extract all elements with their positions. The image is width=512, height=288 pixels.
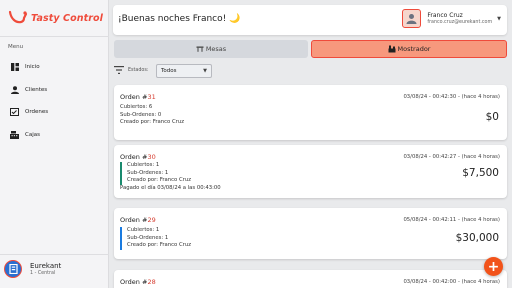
status-filter-value: Todos xyxy=(161,68,177,74)
greeting: ¡Buenas noches Franco! 🌙 xyxy=(118,14,241,24)
order-date: 03/08/24 - 00:42:00 - (hace 4 horas) xyxy=(403,279,500,285)
order-covers: Cubiertos: 1 xyxy=(127,227,160,233)
sidebar-item-label: Ordenes xyxy=(25,109,49,116)
header-user-name: Franco Cruz xyxy=(427,12,463,19)
brand-name: Tasty Control xyxy=(31,12,104,24)
order-card[interactable]: Orden #30 03/08/24 - 00:42:27 - (hace 4 … xyxy=(114,145,507,198)
logo-icon xyxy=(8,10,28,24)
chevron-down-icon: ▼ xyxy=(497,15,501,22)
order-title: Orden #29 xyxy=(120,216,156,224)
order-total: $7,500 xyxy=(462,167,499,179)
filter-icon[interactable] xyxy=(114,66,124,74)
order-title-label: Orden # xyxy=(120,278,148,286)
order-title-label: Orden # xyxy=(120,216,148,224)
order-creator: Creado por: Franco Cruz xyxy=(120,119,184,125)
person-icon xyxy=(406,14,417,24)
order-number: 29 xyxy=(147,216,156,224)
top-header: ¡Buenas noches Franco! 🌙 Franco Cruz fra… xyxy=(113,5,507,35)
orders-icon xyxy=(10,108,19,117)
order-total: $30,000 xyxy=(455,232,499,244)
table-icon xyxy=(196,46,204,52)
order-paid-status: Pagado el día 03/08/24 a las 00:43:00 xyxy=(120,185,221,191)
order-suborders: Sub-Ordenes: 0 xyxy=(120,111,162,118)
order-number: 28 xyxy=(147,278,156,286)
sidebar-item-ordenes[interactable]: Ordenes xyxy=(0,101,109,124)
sidebar-item-clientes[interactable]: Clientes xyxy=(0,79,109,102)
dashboard-icon xyxy=(10,63,19,72)
order-covers: Cubiertos: 1 xyxy=(127,162,160,168)
tab-label: Mostrador xyxy=(397,45,431,53)
sidebar-user[interactable]: Eurekant 1 - Central xyxy=(4,260,61,278)
order-details: Cubiertos: 1 Sub-Ordenes: 1 Creado por: … xyxy=(120,227,191,250)
divider xyxy=(0,36,109,37)
sidebar-nav: Inicio Clientes Ordenes Cajas xyxy=(0,56,109,146)
brand-logo[interactable]: Tasty Control xyxy=(8,9,103,27)
order-card[interactable]: Orden #29 05/08/24 - 00:42:11 - (hace 4 … xyxy=(114,208,507,259)
divider xyxy=(0,254,109,255)
order-details: Cubiertos: 6 Sub-Ordenes: 0 Creado por: … xyxy=(120,104,184,127)
cash-register-icon xyxy=(10,130,19,139)
menu-label: Menu xyxy=(8,44,24,50)
sidebar-user-branch: 1 - Central xyxy=(30,271,56,276)
add-order-button[interactable]: + xyxy=(484,257,503,276)
tab-mostrador[interactable]: Mostrador xyxy=(311,40,507,58)
order-number: 31 xyxy=(147,93,156,101)
order-card[interactable]: Orden #31 03/08/24 - 00:42:30 - (hace 4 … xyxy=(114,85,507,140)
sidebar: Tasty Control Menu Inicio Clientes Orden… xyxy=(0,0,109,288)
order-date: 03/08/24 - 00:42:30 - (hace 4 horas) xyxy=(403,94,500,100)
person-icon xyxy=(10,85,19,94)
tab-label: Mesas xyxy=(205,45,227,53)
order-covers: Cubiertos: 6 xyxy=(120,104,153,110)
order-title-label: Orden # xyxy=(120,153,148,161)
order-date: 03/08/24 - 00:42:27 - (hace 4 horas) xyxy=(403,154,500,160)
tab-mesas[interactable]: Mesas xyxy=(114,40,308,58)
avatar xyxy=(402,9,422,28)
company-logo-icon xyxy=(8,264,18,274)
order-creator: Creado por: Franco Cruz xyxy=(127,242,191,248)
order-title: Orden #30 xyxy=(120,153,156,161)
order-suborders: Sub-Ordenes: 1 xyxy=(127,169,169,176)
sidebar-user-name: Eurekant xyxy=(30,262,62,270)
order-suborders: Sub-Ordenes: 1 xyxy=(127,234,169,241)
order-details: Cubiertos: 1 Sub-Ordenes: 1 Creado por: … xyxy=(120,162,191,185)
order-creator: Creado por: Franco Cruz xyxy=(127,177,191,183)
avatar xyxy=(4,260,22,278)
order-total: $0 xyxy=(485,111,499,123)
sidebar-item-label: Inicio xyxy=(25,64,40,71)
order-number: 30 xyxy=(147,153,156,161)
sidebar-item-label: Cajas xyxy=(25,131,40,138)
filter-label: Estados: xyxy=(128,68,149,73)
order-date: 05/08/24 - 00:42:11 - (hace 4 horas) xyxy=(403,217,500,223)
order-card[interactable]: Orden #28 03/08/24 - 00:42:00 - (hace 4 … xyxy=(114,270,507,288)
sidebar-item-cajas[interactable]: Cajas xyxy=(0,124,109,147)
user-menu[interactable]: Franco Cruz franco.cruz@eurekant.com ▼ xyxy=(402,9,501,28)
order-title-label: Orden # xyxy=(120,93,148,101)
sidebar-item-inicio[interactable]: Inicio xyxy=(0,56,109,79)
status-filter-select[interactable]: Todos ▼ xyxy=(156,64,212,78)
order-title: Orden #28 xyxy=(120,278,156,286)
header-user-email: franco.cruz@eurekant.com xyxy=(427,20,493,25)
chevron-down-icon: ▼ xyxy=(203,68,207,74)
order-title: Orden #31 xyxy=(120,93,156,101)
counter-icon xyxy=(388,45,396,53)
sidebar-item-label: Clientes xyxy=(25,86,48,93)
